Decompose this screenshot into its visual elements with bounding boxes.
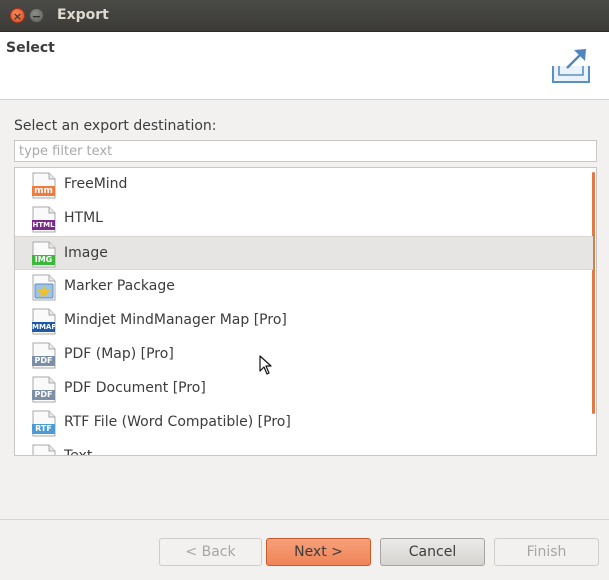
list-item-label: RTF File (Word Compatible) [Pro] xyxy=(64,414,291,430)
finish-button[interactable]: Finish xyxy=(494,538,599,566)
destination-list[interactable]: mm FreeMind HTML HTML IMG Image Marker Package… xyxy=(14,167,597,456)
window-title: Export xyxy=(57,7,109,23)
minimize-window-button[interactable]: − xyxy=(29,8,44,23)
list-item-label: Image xyxy=(64,245,108,261)
file-type-badge: PDF xyxy=(34,390,53,399)
file-type-badge: HTML xyxy=(32,221,55,229)
close-window-button[interactable]: × xyxy=(10,8,25,23)
list-item[interactable]: RTF RTF File (Word Compatible) [Pro] xyxy=(15,406,593,440)
file-type-badge: mm xyxy=(34,186,53,196)
wizard-header: Select xyxy=(0,32,609,100)
list-item-label: HTML xyxy=(64,210,103,226)
list-item[interactable]: Text xyxy=(15,440,593,456)
list-item[interactable]: MMAP Mindjet MindManager Map [Pro] xyxy=(15,304,593,338)
list-item[interactable]: mm FreeMind xyxy=(15,168,593,202)
title-bar: × − Export xyxy=(0,0,609,32)
cancel-button[interactable]: Cancel xyxy=(380,538,485,566)
list-item[interactable]: PDF PDF Document [Pro] xyxy=(15,372,593,406)
list-item-label: FreeMind xyxy=(64,176,128,192)
marker-package-icon xyxy=(32,274,56,301)
list-item[interactable]: HTML HTML xyxy=(15,202,593,236)
export-box-arrow-icon xyxy=(552,49,590,83)
back-button[interactable]: < Back xyxy=(159,538,262,566)
page-title: Select xyxy=(6,40,55,56)
export-destination-prompt: Select an export destination: xyxy=(14,118,217,134)
list-item[interactable]: IMG Image xyxy=(15,236,593,270)
file-type-badge: PDF xyxy=(34,356,53,365)
list-item[interactable]: Marker Package xyxy=(15,270,593,304)
filter-input[interactable] xyxy=(14,140,597,162)
footer-divider xyxy=(0,519,609,520)
mouse-pointer-icon xyxy=(259,355,272,375)
file-type-badge: RTF xyxy=(35,424,52,433)
file-type-badge: IMG xyxy=(34,255,53,264)
text-file-icon xyxy=(32,444,56,455)
list-item-label: Marker Package xyxy=(64,278,175,294)
file-type-badge: MMAP xyxy=(32,323,55,331)
list-item-label: PDF Document [Pro] xyxy=(64,380,206,396)
next-button[interactable]: Next > xyxy=(266,538,371,566)
list-item-label: Mindjet MindManager Map [Pro] xyxy=(64,312,287,328)
list-item[interactable]: PDF PDF (Map) [Pro] xyxy=(15,338,593,372)
list-item-label: PDF (Map) [Pro] xyxy=(64,346,174,362)
list-item-label: Text xyxy=(64,448,93,456)
